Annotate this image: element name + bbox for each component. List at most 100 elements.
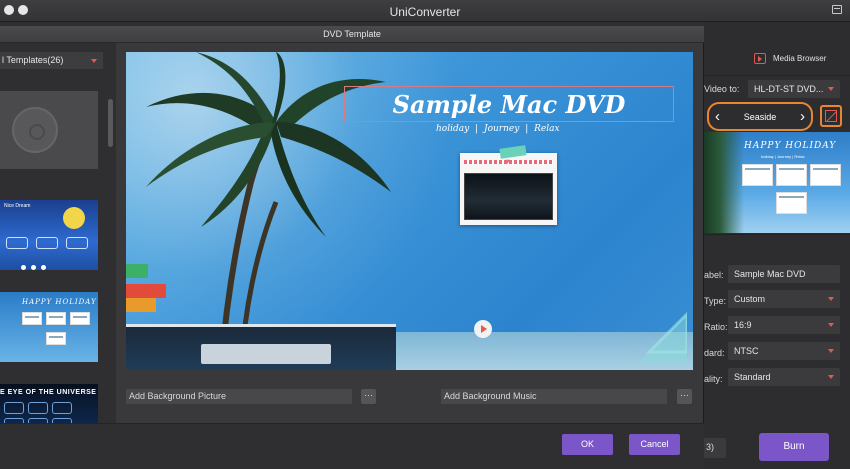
app-window: UniConverter Media Browser Video to: HL-… — [0, 0, 850, 469]
burn-button[interactable]: Burn — [759, 433, 829, 461]
template-category-value: l Templates(26) — [2, 55, 64, 65]
thumb-chapter — [52, 402, 72, 414]
thumb-chapter — [742, 164, 773, 186]
palm-image — [704, 132, 744, 233]
dvd-label-input[interactable]: Sample Mac DVD — [728, 265, 840, 283]
burn-to-value: HL-DT-ST DVD... — [754, 84, 824, 94]
output-select[interactable]: 3) — [704, 438, 726, 458]
quality-select[interactable]: Standard — [728, 368, 840, 386]
chevron-down-icon — [828, 375, 834, 379]
template-thumb-text: Nice Dream — [4, 203, 31, 209]
chevron-down-icon — [828, 323, 834, 327]
thumb-chapter — [810, 164, 841, 186]
template-list-scrollbar[interactable] — [108, 99, 113, 147]
thumb-chapter — [46, 332, 66, 345]
tape-decoration — [499, 145, 527, 159]
background-picture-label: Add Background Picture — [129, 391, 227, 401]
menu-title-box[interactable]: Sample Mac DVD — [344, 86, 674, 122]
aspect-ratio-select[interactable]: 16:9 — [728, 316, 840, 334]
output-value: 3) — [706, 442, 715, 452]
thumb-chapter — [28, 402, 48, 414]
field-label: abel: — [704, 270, 724, 280]
thumb-chapter — [66, 237, 88, 249]
dialog-footer: OK Cancel — [0, 423, 704, 469]
field-label: ality: — [704, 374, 723, 384]
corner-decoration — [637, 311, 687, 364]
quality-value: Standard — [734, 372, 771, 382]
menu-links: holiday | Journey | Relax — [436, 124, 560, 134]
divider — [704, 234, 850, 235]
chevron-right-icon[interactable]: › — [800, 108, 805, 125]
edit-template-button[interactable] — [820, 105, 842, 127]
chapter-thumbnail[interactable]: ♥ — [460, 145, 557, 225]
title-bar: UniConverter — [0, 0, 850, 22]
thumb-chapter — [776, 164, 807, 186]
template-thumb-starry-night[interactable]: Nice Dream — [0, 200, 98, 270]
menu-preview: Sample Mac DVD holiday | Journey | Relax… — [126, 52, 693, 370]
boat-deck-image — [201, 344, 331, 364]
template-thumbnail: HAPPY HOLIDAY holiday | Journey | Relax — [704, 132, 850, 233]
thumb-subtitle: holiday | Journey | Relax — [761, 154, 805, 159]
flag-image — [126, 264, 148, 278]
menu-link-separator: | — [525, 124, 529, 134]
aspect-ratio-value: 16:9 — [734, 320, 752, 330]
thumb-chapter — [6, 237, 28, 249]
menu-link-journey[interactable]: Journey — [484, 124, 519, 134]
dialog-title: DVD Template — [0, 26, 704, 43]
background-music-label: Add Background Music — [444, 391, 537, 401]
template-thumb-happy-holiday[interactable]: HAPPY HOLIDAY — [0, 292, 98, 362]
background-music-field[interactable]: Add Background Music — [441, 389, 667, 404]
media-browser-icon[interactable] — [754, 53, 766, 64]
burn-to-label: Video to: — [704, 84, 740, 94]
browse-music-button[interactable]: ··· — [677, 389, 692, 404]
dvd-label-value: Sample Mac DVD — [734, 269, 806, 279]
chevron-down-icon — [828, 87, 834, 91]
field-label: dard: — [704, 348, 725, 358]
field-label: Ratio: — [704, 322, 728, 332]
thumb-title: HAPPY HOLIDAY — [744, 141, 837, 151]
disc-icon — [12, 107, 58, 153]
chevron-down-icon — [91, 59, 97, 63]
dvd-template-dialog: DVD Template l Templates(26) Nice Dream … — [0, 26, 704, 469]
tv-standard-select[interactable]: NTSC — [728, 342, 840, 360]
chevron-down-icon — [828, 349, 834, 353]
template-list-panel: l Templates(26) Nice Dream HAPPY HOLIDAY — [0, 43, 116, 440]
chapter-video-frame — [464, 173, 553, 220]
heart-icon: ♥ — [505, 157, 510, 166]
thumb-chapter — [22, 312, 42, 325]
tv-standard-value: NTSC — [734, 346, 759, 356]
template-thumb-blank-disc[interactable] — [0, 91, 98, 169]
template-category-select[interactable]: l Templates(26) — [0, 52, 103, 69]
menu-type-value: Custom — [734, 294, 766, 304]
browse-picture-button[interactable]: ··· — [361, 389, 376, 404]
app-title: UniConverter — [389, 5, 461, 19]
menu-type-select[interactable]: Custom — [728, 290, 840, 308]
window-menu-icon[interactable] — [832, 5, 842, 14]
play-icon[interactable] — [474, 320, 492, 338]
thumb-nav-dots — [21, 257, 81, 270]
field-label: Type: — [704, 296, 727, 306]
media-browser-label[interactable]: Media Browser — [773, 54, 826, 63]
moon-image — [63, 207, 85, 229]
menu-link-relax[interactable]: Relax — [534, 124, 559, 134]
flag-image — [126, 298, 156, 312]
divider — [704, 75, 850, 76]
thumb-chapter — [46, 312, 66, 325]
template-thumb-text: E EYE OF THE UNIVERSE — [0, 389, 97, 396]
template-name: Seaside — [743, 112, 777, 122]
thumb-chapter — [36, 237, 58, 249]
template-switcher: ‹ Seaside › — [707, 102, 813, 131]
edit-icon — [825, 110, 837, 122]
thumb-chapter — [776, 192, 807, 214]
flag-image — [126, 284, 166, 298]
menu-link-separator: | — [475, 124, 479, 134]
menu-link-holiday[interactable]: holiday — [436, 124, 469, 134]
background-picture-field[interactable]: Add Background Picture — [126, 389, 352, 404]
menu-title[interactable]: Sample Mac DVD — [345, 90, 673, 119]
burn-settings-panel: Media Browser Video to: HL-DT-ST DVD... … — [704, 22, 850, 469]
burn-to-select[interactable]: HL-DT-ST DVD... — [748, 80, 840, 98]
thumb-chapter — [70, 312, 90, 325]
cancel-button[interactable]: Cancel — [629, 434, 680, 455]
ok-button[interactable]: OK — [562, 434, 613, 455]
chevron-down-icon — [828, 297, 834, 301]
